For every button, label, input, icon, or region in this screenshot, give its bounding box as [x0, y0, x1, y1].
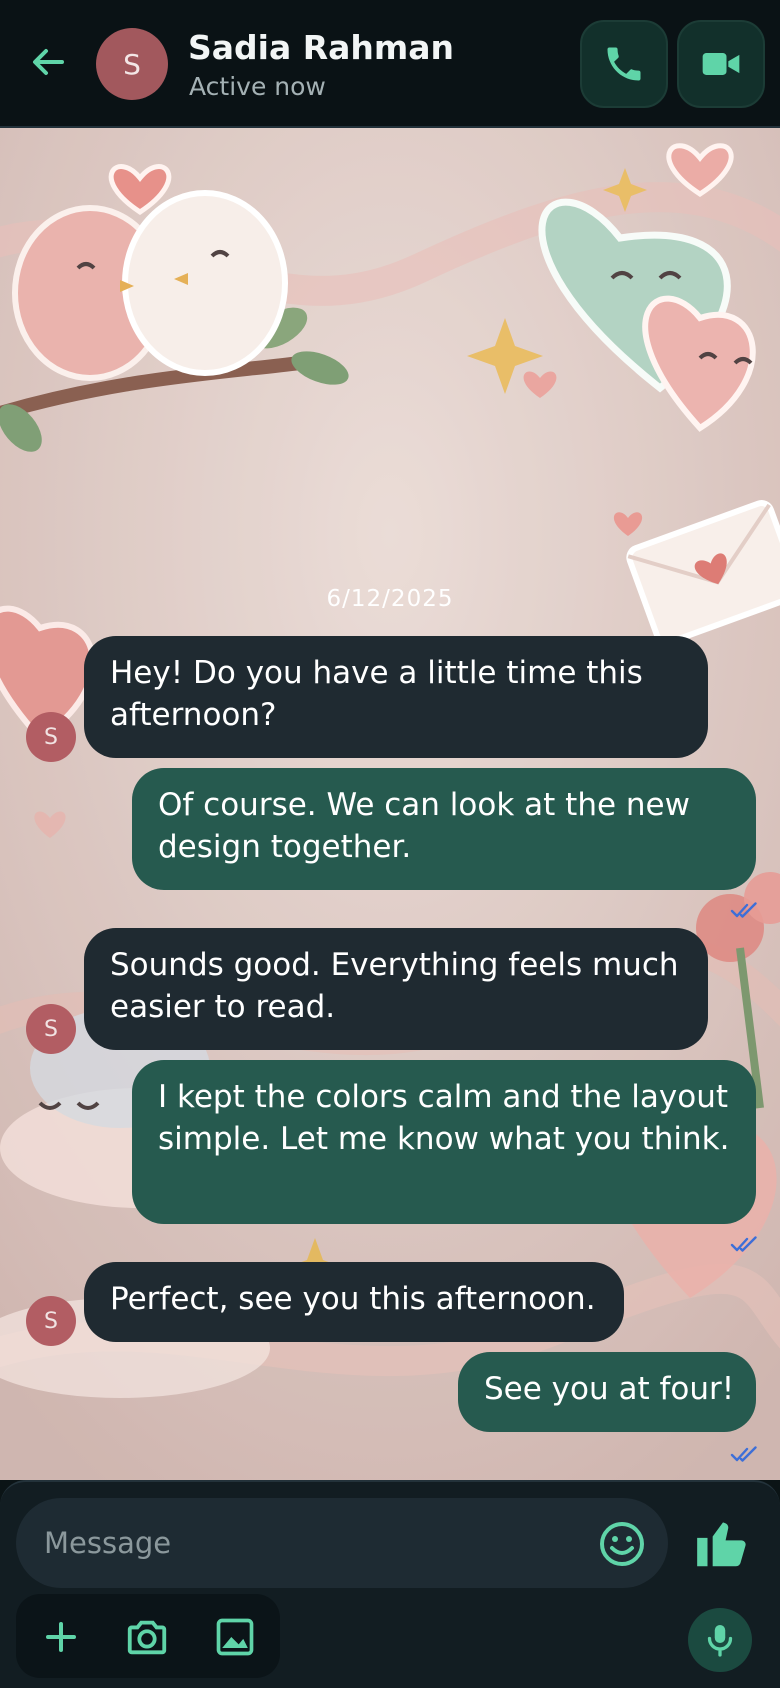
contact-avatar[interactable]: S	[96, 28, 168, 100]
thumbs-up-icon	[697, 1522, 746, 1567]
contact-status: Active now	[189, 72, 326, 101]
emoji-button[interactable]	[598, 1520, 646, 1568]
camera-button[interactable]	[124, 1614, 170, 1660]
message-input[interactable]	[16, 1498, 668, 1588]
outgoing-message-bubble[interactable]: See you at four!	[458, 1352, 756, 1432]
attachment-toolbar	[16, 1594, 280, 1678]
sender-avatar[interactable]: S	[26, 1296, 76, 1346]
sender-avatar[interactable]: S	[26, 712, 76, 762]
incoming-message-bubble[interactable]: Hey! Do you have a little time this afte…	[84, 636, 708, 758]
sender-avatar[interactable]: S	[26, 1004, 76, 1054]
date-separator: 6/12/2025	[326, 586, 454, 612]
thumbs-up-button[interactable]	[692, 1512, 754, 1574]
video-call-button[interactable]	[677, 20, 765, 108]
back-button[interactable]	[26, 40, 70, 84]
smiley-icon	[600, 1522, 644, 1566]
double-check-icon	[730, 1236, 757, 1252]
double-check-icon	[730, 902, 757, 918]
add-attachment-button[interactable]	[38, 1614, 84, 1660]
image-icon	[216, 1618, 254, 1656]
double-check-icon	[730, 1446, 757, 1462]
voice-call-button[interactable]	[580, 20, 668, 108]
video-camera-icon	[702, 53, 740, 75]
gallery-button[interactable]	[212, 1614, 258, 1660]
incoming-message-bubble[interactable]: Sounds good. Everything feels much easie…	[84, 928, 708, 1050]
outgoing-message-bubble[interactable]: Of course. We can look at the new design…	[132, 768, 756, 890]
voice-message-button[interactable]	[688, 1608, 752, 1672]
outgoing-message-bubble[interactable]: I kept the colors calm and the layout si…	[132, 1060, 756, 1224]
phone-icon	[607, 47, 641, 81]
message-list[interactable]: 6/12/2025 Hey! Do you have a little time…	[0, 128, 780, 1480]
arrow-left-icon	[33, 49, 64, 75]
microphone-icon	[707, 1625, 733, 1657]
contact-name[interactable]: Sadia Rahman	[188, 28, 454, 67]
message-composer	[0, 1480, 780, 1688]
incoming-message-bubble[interactable]: Perfect, see you this afternoon.	[84, 1262, 624, 1342]
plus-icon	[46, 1622, 76, 1652]
chat-header: S Sadia Rahman Active now	[0, 0, 780, 128]
camera-icon	[127, 1620, 167, 1655]
